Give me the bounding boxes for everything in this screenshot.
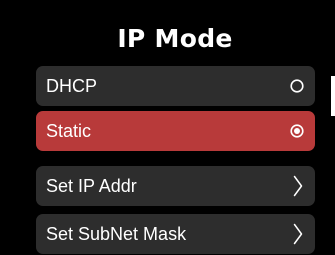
page-title: IP Mode bbox=[117, 24, 233, 53]
menu-item-label: DHCP bbox=[46, 76, 98, 96]
menu-item-set-subnet-mask[interactable]: Set SubNet Mask bbox=[36, 214, 315, 254]
menu-item-label: Static bbox=[46, 121, 92, 141]
radio-empty-icon bbox=[290, 79, 304, 93]
chevron-right-icon bbox=[293, 175, 303, 197]
ip-mode-screen: IP Mode DHCP Static Set IP Addr Set SubN… bbox=[0, 0, 335, 255]
radio-checked-icon bbox=[290, 124, 304, 138]
menu-item-label: Set SubNet Mask bbox=[46, 224, 187, 244]
screen-edge-block bbox=[331, 76, 335, 116]
menu-item-dhcp[interactable]: DHCP bbox=[36, 66, 315, 106]
menu-item-static[interactable]: Static bbox=[36, 111, 315, 151]
chevron-right-icon bbox=[293, 223, 303, 245]
menu-item-label: Set IP Addr bbox=[46, 176, 137, 196]
menu-item-set-ip-addr[interactable]: Set IP Addr bbox=[36, 166, 315, 206]
